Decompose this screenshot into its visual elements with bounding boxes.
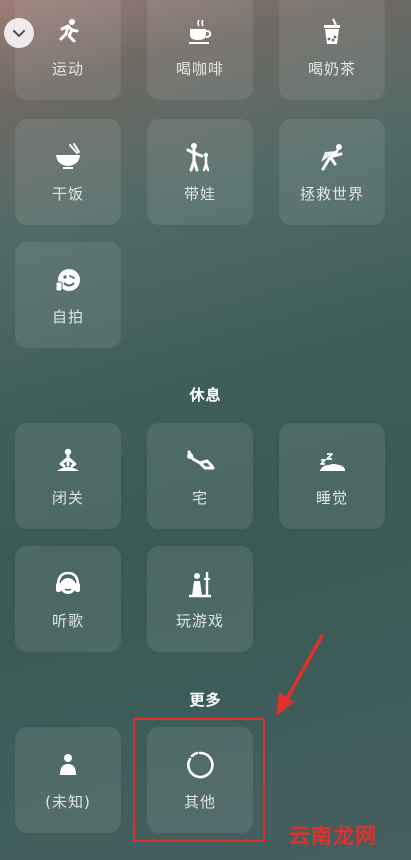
tile-label: 宅 xyxy=(191,489,208,507)
tile-label: 带娃 xyxy=(183,185,216,203)
tile-label: 喝奶茶 xyxy=(307,60,356,78)
tile-label: 运动 xyxy=(51,60,84,78)
status-tile-game[interactable]: 玩游戏 xyxy=(147,546,253,652)
status-tile-sleep[interactable]: 睡觉 xyxy=(279,423,385,529)
tile-label: 自拍 xyxy=(51,308,84,326)
superhero-icon xyxy=(312,137,352,177)
meditation-icon xyxy=(48,441,88,481)
status-tile-eat[interactable]: 干饭 xyxy=(15,119,121,225)
lying-down-icon xyxy=(180,441,220,481)
status-tile-unknown[interactable]: (未知) xyxy=(15,727,121,833)
tile-label: 玩游戏 xyxy=(175,612,224,630)
bubble-tea-icon xyxy=(312,12,352,52)
status-tile-save-world[interactable]: 拯救世界 xyxy=(279,119,385,225)
game-character-icon xyxy=(180,564,220,604)
red-arrow-icon xyxy=(276,634,324,716)
sleep-icon xyxy=(312,441,352,481)
parent-child-icon xyxy=(180,137,220,177)
tile-label: 听歌 xyxy=(51,612,84,630)
status-tile-milktea[interactable]: 喝奶茶 xyxy=(279,0,385,100)
selfie-face-icon xyxy=(48,260,88,300)
status-tile-music[interactable]: 听歌 xyxy=(15,546,121,652)
tile-label: 闭关 xyxy=(51,489,84,507)
highlight-box xyxy=(133,718,265,842)
tile-label: 干饭 xyxy=(51,185,84,203)
status-tile-selfie[interactable]: 自拍 xyxy=(15,242,121,348)
status-tile-sport[interactable]: 运动 xyxy=(15,0,121,100)
status-tile-coffee[interactable]: 喝咖啡 xyxy=(147,0,253,100)
watermark-text: 云南龙网 xyxy=(289,824,377,848)
person-icon xyxy=(48,745,88,785)
section-title-rest: 休息 xyxy=(189,386,222,404)
headphones-icon xyxy=(48,564,88,604)
rice-bowl-icon xyxy=(48,137,88,177)
tile-label: 喝咖啡 xyxy=(175,60,224,78)
status-tile-baby[interactable]: 带娃 xyxy=(147,119,253,225)
section-title-more: 更多 xyxy=(189,691,222,709)
status-tile-retreat[interactable]: 闭关 xyxy=(15,423,121,529)
tile-label: (未知) xyxy=(45,793,91,811)
tile-label: 拯救世界 xyxy=(299,185,364,203)
status-tile-home[interactable]: 宅 xyxy=(147,423,253,529)
coffee-cup-icon xyxy=(180,12,220,52)
running-icon xyxy=(48,12,88,52)
tile-label: 睡觉 xyxy=(315,489,348,507)
